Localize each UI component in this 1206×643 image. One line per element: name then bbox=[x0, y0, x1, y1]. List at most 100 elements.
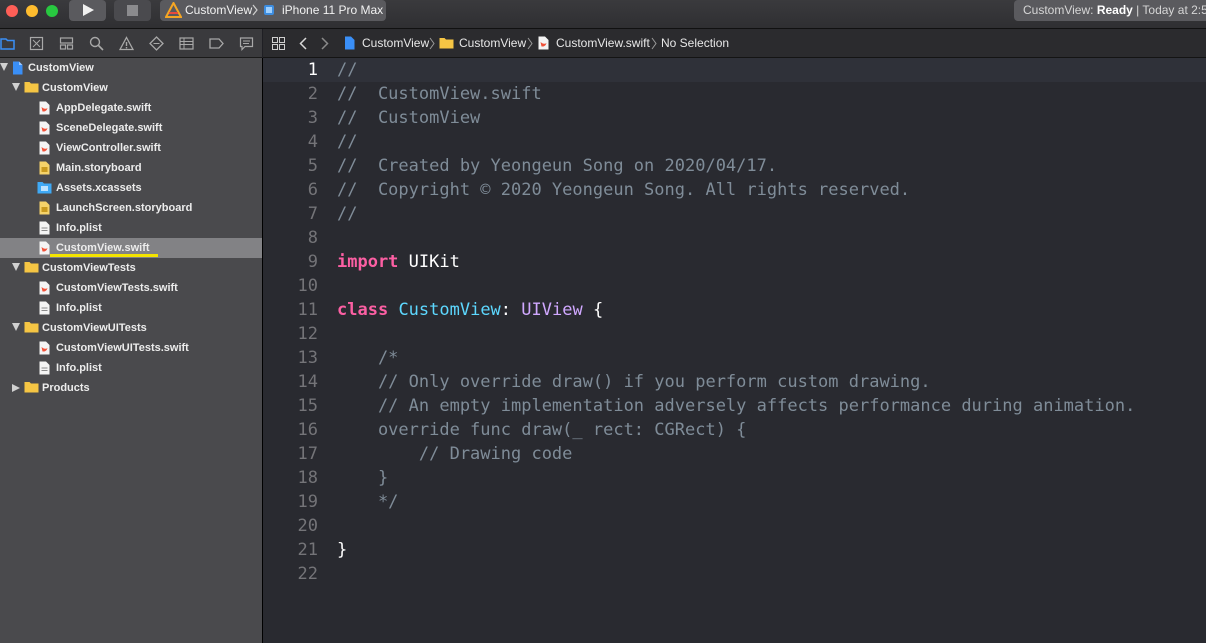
find-navigator-icon[interactable] bbox=[89, 36, 104, 51]
line-number[interactable]: 15 bbox=[263, 394, 318, 418]
line-number[interactable]: 4 bbox=[263, 130, 318, 154]
line-number[interactable]: 18 bbox=[263, 466, 318, 490]
tree-row-file[interactable]: ViewController.swift bbox=[0, 138, 262, 158]
code-token: // Only override draw() if you perform c… bbox=[337, 372, 931, 392]
breakpoint-navigator-icon[interactable] bbox=[209, 36, 224, 51]
related-items-grid-icon[interactable] bbox=[272, 37, 285, 50]
tree-row-file[interactable]: AppDelegate.swift bbox=[0, 98, 262, 118]
code-token: { bbox=[582, 300, 604, 320]
tree-row-group[interactable]: CustomViewTests bbox=[0, 258, 262, 278]
line-number[interactable]: 11 bbox=[263, 298, 318, 322]
line-number[interactable]: 10 bbox=[263, 274, 318, 298]
source-editor[interactable]: 1 // 2 // CustomView.swift 3 // CustomView 4 //… bbox=[263, 58, 1206, 643]
tree-row-label: SceneDelegate.swift bbox=[56, 122, 163, 134]
tree-row-label: CustomView bbox=[42, 82, 108, 94]
tree-row-label: CustomView.swift bbox=[56, 242, 150, 254]
source-control-navigator-icon[interactable] bbox=[29, 36, 44, 51]
line-number[interactable]: 22 bbox=[263, 562, 318, 586]
line-number[interactable]: 20 bbox=[263, 514, 318, 538]
line-number[interactable]: 9 bbox=[263, 250, 318, 274]
stop-button[interactable] bbox=[114, 0, 151, 21]
line-number[interactable]: 19 bbox=[263, 490, 318, 514]
project-navigator-icon[interactable] bbox=[0, 36, 15, 51]
tree-row-label: AppDelegate.swift bbox=[56, 102, 152, 114]
jumpbar-project[interactable]: CustomView bbox=[362, 36, 429, 50]
xcode-app-icon bbox=[165, 2, 182, 18]
disclosure-triangle-icon[interactable] bbox=[0, 63, 8, 71]
issue-navigator-icon[interactable] bbox=[119, 36, 134, 51]
current-line-highlight bbox=[263, 58, 1206, 82]
storyboard-file-icon bbox=[39, 201, 50, 215]
status-state: Ready bbox=[1096, 3, 1133, 17]
run-button[interactable] bbox=[69, 0, 106, 21]
swift-file-icon bbox=[39, 341, 50, 355]
code-token: /* bbox=[337, 348, 399, 368]
line-number[interactable]: 21 bbox=[263, 538, 318, 562]
tree-row-file[interactable]: Main.storyboard bbox=[0, 158, 262, 178]
back-arrow-icon[interactable] bbox=[299, 37, 307, 50]
line-number[interactable]: 2 bbox=[263, 82, 318, 106]
jumpbar-file[interactable]: CustomView.swift bbox=[556, 36, 650, 50]
code-text: // Created by Yeongeun Song on 2020/04/1… bbox=[337, 154, 777, 178]
code-text: // bbox=[337, 58, 357, 82]
disclosure-triangle-icon[interactable] bbox=[12, 384, 20, 392]
tree-row-label: Assets.xcassets bbox=[56, 182, 142, 194]
scheme-selector[interactable]: CustomView iPhone 11 Pro Max bbox=[160, 0, 386, 21]
jumpbar-group[interactable]: CustomView bbox=[459, 36, 526, 50]
minimize-window-button[interactable] bbox=[26, 5, 38, 17]
line-number[interactable]: 3 bbox=[263, 106, 318, 130]
line-number[interactable]: 12 bbox=[263, 322, 318, 346]
tree-row-project[interactable]: CustomView bbox=[0, 58, 262, 78]
status-time: | Today at 2:5 bbox=[1132, 3, 1206, 17]
folder-icon bbox=[24, 262, 39, 273]
tree-row-file[interactable]: Info.plist bbox=[0, 298, 262, 318]
highlight-underline bbox=[50, 254, 158, 257]
device-name: iPhone 11 Pro Max bbox=[282, 3, 384, 17]
debug-navigator-icon[interactable] bbox=[179, 36, 194, 51]
code-text: /* bbox=[337, 346, 398, 370]
tree-row-file[interactable]: Assets.xcassets bbox=[0, 178, 262, 198]
tree-row-file[interactable]: CustomViewUITests.swift bbox=[0, 338, 262, 358]
code-token: // Created by Yeongeun Song on 2020/04/1… bbox=[337, 156, 778, 176]
disclosure-triangle-icon[interactable] bbox=[12, 263, 20, 271]
disclosure-triangle-icon[interactable] bbox=[12, 323, 20, 331]
activity-status: CustomView: Ready | Today at 2:5 bbox=[1014, 0, 1206, 21]
line-number[interactable]: 8 bbox=[263, 226, 318, 250]
tree-row-label: CustomViewTests bbox=[42, 262, 136, 274]
tree-row-group[interactable]: Products bbox=[0, 378, 262, 398]
code-text: class CustomView: UIView { bbox=[337, 298, 603, 322]
line-number[interactable]: 1 bbox=[263, 58, 318, 82]
tree-row-file[interactable]: Info.plist bbox=[0, 358, 262, 378]
tree-row-group[interactable]: CustomView bbox=[0, 78, 262, 98]
line-number[interactable]: 17 bbox=[263, 442, 318, 466]
line-number[interactable]: 14 bbox=[263, 370, 318, 394]
symbol-navigator-icon[interactable] bbox=[59, 36, 74, 51]
tree-row-group[interactable]: CustomViewUITests bbox=[0, 318, 262, 338]
swift-file-icon bbox=[538, 36, 549, 50]
chevron-right-icon bbox=[252, 4, 258, 16]
code-token: } bbox=[337, 540, 348, 560]
tree-row-file[interactable]: CustomViewTests.swift bbox=[0, 278, 262, 298]
report-navigator-icon[interactable] bbox=[239, 36, 254, 51]
code-text: import UIKit bbox=[337, 250, 460, 274]
code-token: // CustomView.swift bbox=[337, 84, 542, 104]
line-number[interactable]: 7 bbox=[263, 202, 318, 226]
line-number[interactable]: 13 bbox=[263, 346, 318, 370]
disclosure-triangle-icon[interactable] bbox=[12, 83, 20, 91]
tree-row-file[interactable]: LaunchScreen.storyboard bbox=[0, 198, 262, 218]
tree-row-file[interactable]: SceneDelegate.swift bbox=[0, 118, 262, 138]
code-token: // bbox=[337, 132, 358, 152]
chevron-right-icon bbox=[429, 37, 435, 50]
line-number[interactable]: 6 bbox=[263, 178, 318, 202]
tree-row-file[interactable]: Info.plist bbox=[0, 218, 262, 238]
jumpbar-selection[interactable]: No Selection bbox=[661, 36, 729, 50]
window-toolbar: CustomView iPhone 11 Pro Max CustomView:… bbox=[0, 0, 1206, 29]
line-number[interactable]: 16 bbox=[263, 418, 318, 442]
zoom-window-button[interactable] bbox=[46, 5, 58, 17]
test-navigator-icon[interactable] bbox=[149, 36, 164, 51]
code-token: } bbox=[337, 468, 389, 488]
forward-arrow-icon[interactable] bbox=[321, 37, 329, 50]
close-window-button[interactable] bbox=[6, 5, 18, 17]
line-number[interactable]: 5 bbox=[263, 154, 318, 178]
asset-catalog-icon bbox=[37, 182, 52, 194]
